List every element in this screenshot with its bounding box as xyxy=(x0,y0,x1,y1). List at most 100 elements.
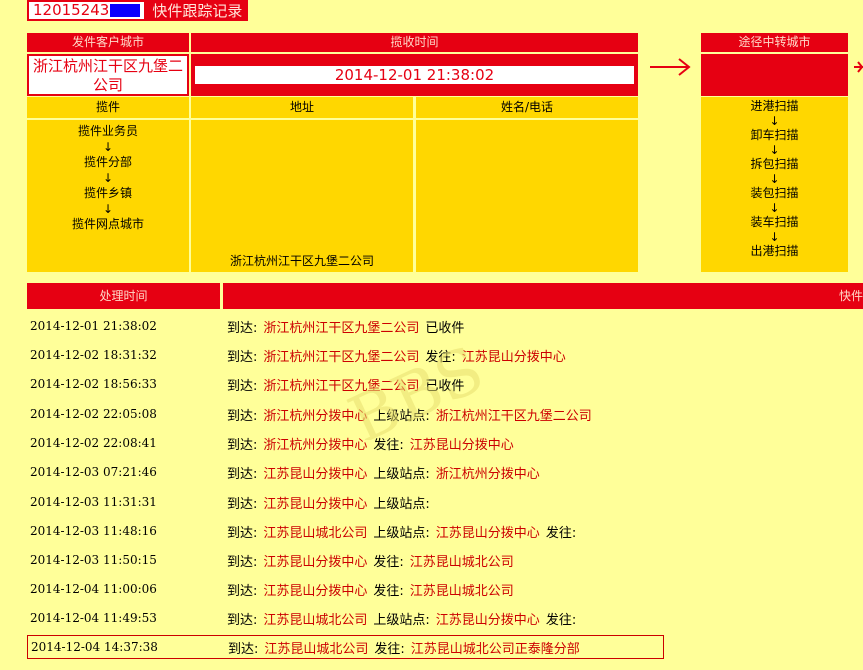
process-time: 2014-12-03 11:48:16 xyxy=(30,524,157,538)
address-panel: 浙江杭州江干区九堡二公司 xyxy=(191,120,413,272)
status-text: 到达: xyxy=(227,349,258,365)
status-text: 发往: xyxy=(373,554,404,570)
transit-step: 进港扫描 xyxy=(750,99,799,113)
status-text: 到达: xyxy=(227,466,258,482)
process-time: 2014-12-03 11:31:31 xyxy=(30,495,157,509)
location-name: 江苏昆山分拨中心 xyxy=(461,349,566,365)
transit-step: 装包扫描 xyxy=(750,186,799,200)
page-title: 快件跟踪记录 xyxy=(146,0,249,21)
process-detail: 到达: 浙江杭州江干区九堡二公司 已收件 xyxy=(227,375,470,394)
process-time: 2014-12-04 11:00:06 xyxy=(30,582,157,596)
process-time: 2014-12-02 22:08:41 xyxy=(30,436,157,450)
down-arrow-icon: ↓ xyxy=(102,140,114,154)
location-name: 浙江杭州分拨中心 xyxy=(435,466,540,482)
status-text: 发往: xyxy=(545,525,577,541)
status-text: 到达: xyxy=(227,378,258,394)
table-row: 2014-12-04 11:49:53 到达: 江苏昆山城北公司 上级站点: 江苏昆山分… xyxy=(27,606,863,630)
process-detail: 到达: 江苏昆山分拨中心 发往: 江苏昆山城北公司 xyxy=(227,551,520,570)
status-text: 发往: xyxy=(545,612,577,628)
address-column-header: 地址 xyxy=(191,97,413,118)
status-text: 到达: xyxy=(227,320,258,336)
transit-city-value xyxy=(701,54,848,96)
redaction-mark xyxy=(110,4,141,17)
location-name: 浙江杭州江干区九堡二公司 xyxy=(435,408,592,424)
status-text: 上级站点: xyxy=(373,496,430,512)
process-time: 2014-12-02 22:05:08 xyxy=(30,407,157,421)
status-text: 发往: xyxy=(373,437,404,453)
address-value: 浙江杭州江干区九堡二公司 xyxy=(229,254,374,268)
status-text: 发往: xyxy=(374,641,405,657)
pickup-step: 揽件分部 xyxy=(83,155,132,169)
status-text: 上级站点: xyxy=(373,525,430,541)
status-text: 到达: xyxy=(227,525,258,541)
transit-step: 出港扫描 xyxy=(750,244,799,258)
status-text: 到达: xyxy=(227,437,258,453)
title-bar: 12015243 快件跟踪记录 xyxy=(27,0,249,21)
status-text: 到达: xyxy=(227,612,258,628)
table-row: 2014-12-04 11:00:06 到达: 江苏昆山分拨中心 发往: 江苏昆山城北公… xyxy=(27,577,863,601)
location-name: 江苏昆山分拨中心 xyxy=(263,583,368,599)
location-name: 江苏昆山分拨中心 xyxy=(435,525,540,541)
table-row: 2014-12-02 22:05:08 到达: 浙江杭州分拨中心 上级站点: 浙江杭州江… xyxy=(27,402,863,426)
down-arrow-icon: ↓ xyxy=(102,202,114,216)
table-row: 2014-12-03 11:50:15 到达: 江苏昆山分拨中心 发往: 江苏昆山城北公… xyxy=(27,548,863,572)
location-name: 江苏昆山分拨中心 xyxy=(263,496,368,512)
status-text: 已收件 xyxy=(425,320,465,336)
process-time: 2014-12-02 18:56:33 xyxy=(30,377,157,391)
process-time: 2014-12-01 21:38:02 xyxy=(30,319,157,333)
location-name: 浙江杭州江干区九堡二公司 xyxy=(263,320,420,336)
location-name: 浙江杭州江干区九堡二公司 xyxy=(263,349,420,365)
status-text: 到达: xyxy=(227,554,258,570)
transit-city-header: 途径中转城市 xyxy=(701,33,848,52)
down-arrow-icon: ↓ xyxy=(769,114,780,128)
process-time: 2014-12-03 11:50:15 xyxy=(30,553,157,567)
location-name: 江苏昆山分拨中心 xyxy=(263,466,368,482)
sender-city-value: 浙江杭州江干区九堡二公司 xyxy=(27,54,189,96)
process-time: 2014-12-04 11:49:53 xyxy=(30,611,157,625)
process-detail: 到达: 江苏昆山分拨中心 上级站点: 浙江杭州分拨中心 xyxy=(227,463,546,482)
status-text: 上级站点: xyxy=(373,408,430,424)
table-row: 2014-12-03 11:48:16 到达: 江苏昆山城北公司 上级站点: 江苏昆山分… xyxy=(27,519,863,543)
process-detail: 到达: 江苏昆山分拨中心 上级站点: xyxy=(227,493,436,512)
sender-city-header: 发件客户城市 xyxy=(27,33,189,52)
pickup-time-header: 揽收时间 xyxy=(191,33,638,52)
status-text: 发往: xyxy=(425,349,456,365)
location-name: 江苏昆山分拨中心 xyxy=(263,554,368,570)
table-row: 2014-12-02 18:56:33 到达: 浙江杭州江干区九堡二公司 已收件 xyxy=(27,372,863,396)
pickup-steps-panel: 揽件业务员 ↓ 揽件分部 ↓ 揽件乡镇 ↓ 揽件网点城市 xyxy=(27,120,189,272)
down-arrow-icon: ↓ xyxy=(102,171,114,185)
pickup-column-header: 揽件 xyxy=(27,97,189,118)
name-phone-column-header: 姓名/电话 xyxy=(416,97,638,118)
transit-step: 装车扫描 xyxy=(750,215,799,229)
arrow-right-icon xyxy=(854,61,863,73)
process-time: 2014-12-04 14:37:38 xyxy=(31,640,158,654)
status-text: 发往: xyxy=(373,583,404,599)
location-name: 江苏昆山城北公司 xyxy=(263,525,368,541)
process-time: 2014-12-03 07:21:46 xyxy=(30,465,157,479)
status-text: 已收件 xyxy=(425,378,465,394)
tracking-number: 12015243 xyxy=(27,0,147,21)
location-name: 江苏昆山城北公司 xyxy=(409,583,514,599)
location-name: 江苏昆山城北公司 xyxy=(409,554,514,570)
transit-steps-panel: 进港扫描 ↓ 卸车扫描 ↓ 拆包扫描 ↓ 装包扫描 ↓ 装车扫描 ↓ 出港扫描 xyxy=(701,97,848,272)
location-name: 江苏昆山分拨中心 xyxy=(409,437,514,453)
table-row: 2014-12-04 14:37:38 到达: 江苏昆山城北公司 发往: 江苏昆山城北公… xyxy=(27,635,664,659)
process-detail: 到达: 浙江杭州分拨中心 发往: 江苏昆山分拨中心 xyxy=(227,434,520,453)
process-detail: 到达: 江苏昆山城北公司 上级站点: 江苏昆山分拨中心 发往: xyxy=(227,609,582,628)
transit-step: 卸车扫描 xyxy=(750,128,799,142)
transit-step: 拆包扫描 xyxy=(750,157,799,171)
process-detail: 到达: 江苏昆山城北公司 上级站点: 江苏昆山分拨中心 发往: xyxy=(227,522,582,541)
status-text: 到达: xyxy=(228,641,259,657)
table-row: 2014-12-02 18:31:32 到达: 浙江杭州江干区九堡二公司 发往: 江苏昆… xyxy=(27,343,863,367)
pickup-step: 揽件业务员 xyxy=(77,124,138,138)
down-arrow-icon: ↓ xyxy=(769,172,780,186)
pickup-step: 揽件网点城市 xyxy=(71,217,144,231)
process-time-header: 处理时间 xyxy=(27,283,220,309)
location-name: 江苏昆山城北公司 xyxy=(263,612,368,628)
tracking-number-text: 12015243 xyxy=(33,1,110,19)
table-row: 2014-12-01 21:38:02 到达: 浙江杭州江干区九堡二公司 已收件 xyxy=(27,314,863,338)
status-text: 到达: xyxy=(227,583,258,599)
location-name: 江苏昆山分拨中心 xyxy=(435,612,540,628)
location-name: 浙江杭州分拨中心 xyxy=(263,408,368,424)
status-text: 到达: xyxy=(227,408,258,424)
